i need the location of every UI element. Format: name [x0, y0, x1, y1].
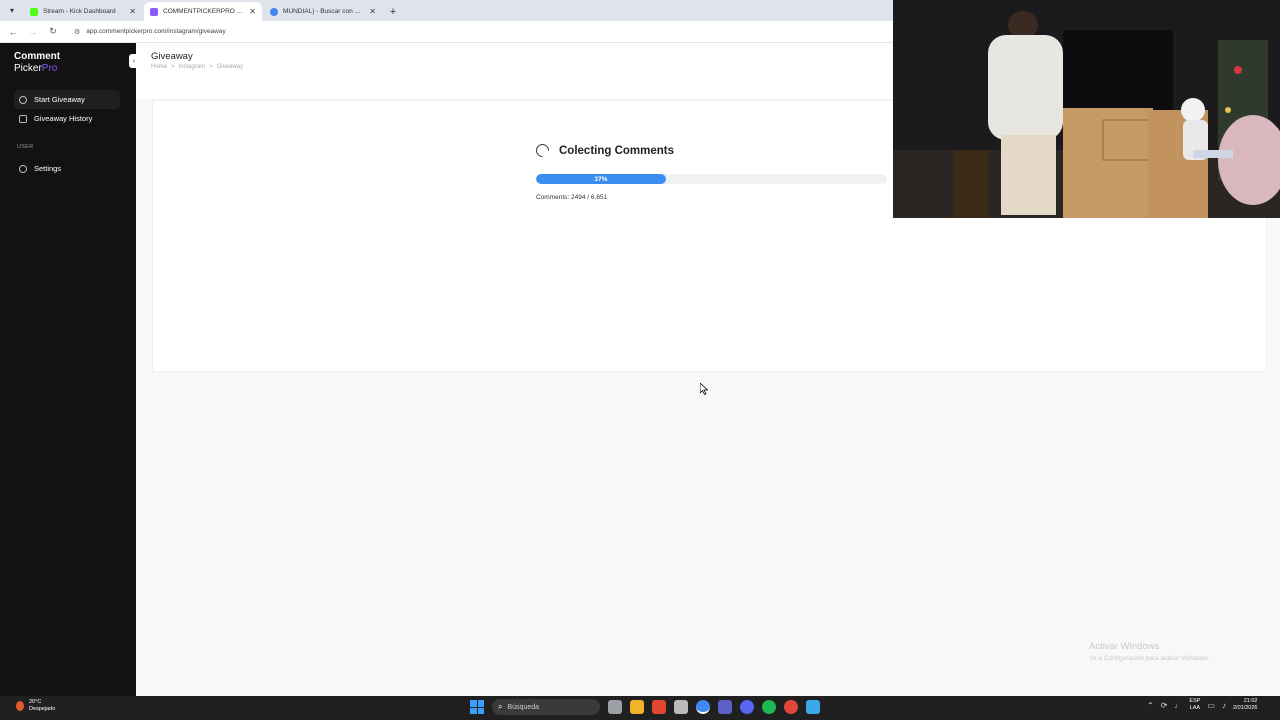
- new-tab-plus-icon[interactable]: +: [384, 2, 402, 21]
- logo-text-pro: Pro: [41, 63, 58, 74]
- reload-icon[interactable]: ↻: [48, 26, 58, 37]
- progress-percent-label: 37%: [594, 175, 608, 183]
- breadcrumb-instagram[interactable]: Instagram: [179, 64, 206, 70]
- google-favicon-icon: [270, 7, 278, 16]
- watermark-title: Activar Windows: [1089, 641, 1160, 652]
- weather-temp: 20°C: [29, 699, 42, 705]
- url-text: app.commentpickerpro.com/instagram/givea…: [86, 28, 226, 35]
- brave-browser-icon[interactable]: [652, 700, 666, 714]
- activate-windows-watermark: Activar Windows Ve a Configuración para …: [1089, 641, 1210, 662]
- windows-start-icon[interactable]: [470, 700, 484, 714]
- forward-arrow-icon[interactable]: →: [28, 27, 38, 37]
- discord-icon[interactable]: [740, 700, 754, 714]
- taskbar-search[interactable]: ⌕ Búsqueda: [492, 699, 600, 715]
- weather-text: 20°C Despejado: [29, 699, 55, 713]
- breadcrumb-separator: >: [209, 64, 213, 70]
- site-info-icon[interactable]: ⚙: [74, 28, 80, 36]
- breadcrumb: Home > Instagram > Giveaway: [151, 64, 243, 70]
- gear-icon: [19, 164, 27, 173]
- sidebar-item-start-giveaway[interactable]: Start Giveaway: [14, 90, 120, 109]
- webcam-overlay: [893, 0, 1280, 218]
- logo-text-picker: Picker: [14, 63, 42, 74]
- chrome-icon[interactable]: [696, 700, 710, 714]
- tab-label: MUNDIAL) - Buscar con Google: [283, 8, 364, 15]
- sidebar: Comment PickerPro ‹ Start Giveaway Givea…: [0, 43, 139, 696]
- microphone-icon[interactable]: ♩: [1174, 701, 1182, 710]
- sidebar-item-label: Settings: [34, 164, 62, 173]
- tab-close-icon[interactable]: ✕: [369, 7, 376, 16]
- sidebar-item-label: Giveaway History: [34, 114, 93, 123]
- history-icon: [19, 114, 27, 123]
- tab-close-icon[interactable]: ✕: [129, 7, 136, 16]
- browser-tab-kick[interactable]: Stream - Kick Dashboard ✕: [24, 2, 142, 21]
- breadcrumb-separator: >: [171, 64, 175, 70]
- browser-tab-commentpicker[interactable]: COMMENTPICKERPRO - Dashb ✕: [144, 2, 262, 21]
- weather-icon: [16, 701, 24, 711]
- mouse-cursor-icon: [700, 383, 708, 395]
- tab-label: Stream - Kick Dashboard: [43, 8, 116, 15]
- section-label-user: USER: [17, 144, 34, 150]
- chevron-up-icon[interactable]: ⌃: [1147, 701, 1154, 710]
- tab-search-dropdown-icon[interactable]: ▾: [0, 0, 24, 21]
- sidebar-item-settings[interactable]: Settings: [14, 159, 120, 178]
- tab-close-icon[interactable]: ✕: [249, 7, 256, 16]
- clock-time: 21:02: [1243, 698, 1258, 704]
- file-explorer-icon[interactable]: [630, 700, 644, 714]
- page-header: Giveaway Home > Instagram > Giveaway: [136, 43, 892, 99]
- comments-count: Comments: 2494 / 6.651: [536, 194, 608, 201]
- keyboard-layout: LAA: [1189, 705, 1201, 711]
- page-title: Giveaway: [151, 51, 193, 62]
- logo-text-comment: Comment: [14, 51, 61, 62]
- search-placeholder: Búsqueda: [507, 703, 540, 711]
- chrome-profile-icon[interactable]: [784, 700, 798, 714]
- clock[interactable]: 21:02 2/01/2026: [1233, 698, 1257, 712]
- language-code: ESP: [1189, 698, 1201, 704]
- language-indicator[interactable]: ESP LAA: [1189, 698, 1200, 712]
- address-bar[interactable]: ⚙ app.commentpickerpro.com/instagram/giv…: [70, 24, 890, 40]
- breadcrumb-home[interactable]: Home: [151, 64, 167, 70]
- loading-header: Colecting Comments: [533, 141, 675, 160]
- back-arrow-icon[interactable]: ←: [8, 27, 18, 37]
- webcam-feed-image: [893, 0, 1280, 218]
- taskbar-center: ⌕ Búsqueda: [470, 699, 820, 715]
- browser-tab-google[interactable]: MUNDIAL) - Buscar con Google ✕: [264, 2, 382, 21]
- clock-date: 2/01/2026: [1232, 705, 1258, 711]
- tab-label: COMMENTPICKERPRO - Dashb: [163, 8, 244, 15]
- target-icon: [19, 95, 27, 104]
- network-icon[interactable]: ▭: [1207, 701, 1215, 710]
- app-logo[interactable]: Comment PickerPro: [14, 52, 60, 74]
- weather-widget[interactable]: 20°C Despejado: [16, 699, 55, 713]
- sync-icon[interactable]: ⟳: [1161, 701, 1168, 710]
- sidebar-item-label: Start Giveaway: [34, 95, 85, 104]
- volume-icon[interactable]: ♪: [1222, 701, 1226, 710]
- watermark-subtitle: Ve a Configuración para activar Windows.: [1089, 655, 1210, 662]
- breadcrumb-giveaway: Giveaway: [216, 64, 244, 70]
- task-view-icon[interactable]: [608, 700, 622, 714]
- search-icon: ⌕: [498, 702, 503, 711]
- progress-bar-fill: 37%: [536, 174, 666, 184]
- kick-favicon-icon: [30, 7, 38, 16]
- sidebar-item-giveaway-history[interactable]: Giveaway History: [14, 109, 120, 128]
- progress-bar: 37%: [536, 174, 887, 184]
- store-icon[interactable]: [674, 700, 688, 714]
- commentpicker-favicon-icon: [150, 7, 158, 16]
- loading-title: Colecting Comments: [559, 144, 675, 157]
- loading-spinner-icon: [533, 141, 552, 160]
- windows-taskbar: 20°C Despejado ⌕ Búsqueda ⌃ ⟳ ♩ ESP LAA …: [0, 696, 1280, 720]
- weather-desc: Despejado: [29, 706, 56, 712]
- system-tray: ⌃ ⟳ ♩ ESP LAA ▭ ♪ 21:02 2/01/2026: [1147, 698, 1257, 712]
- spotify-icon[interactable]: [762, 700, 776, 714]
- notepad-icon[interactable]: [806, 700, 820, 714]
- teams-icon[interactable]: [718, 700, 732, 714]
